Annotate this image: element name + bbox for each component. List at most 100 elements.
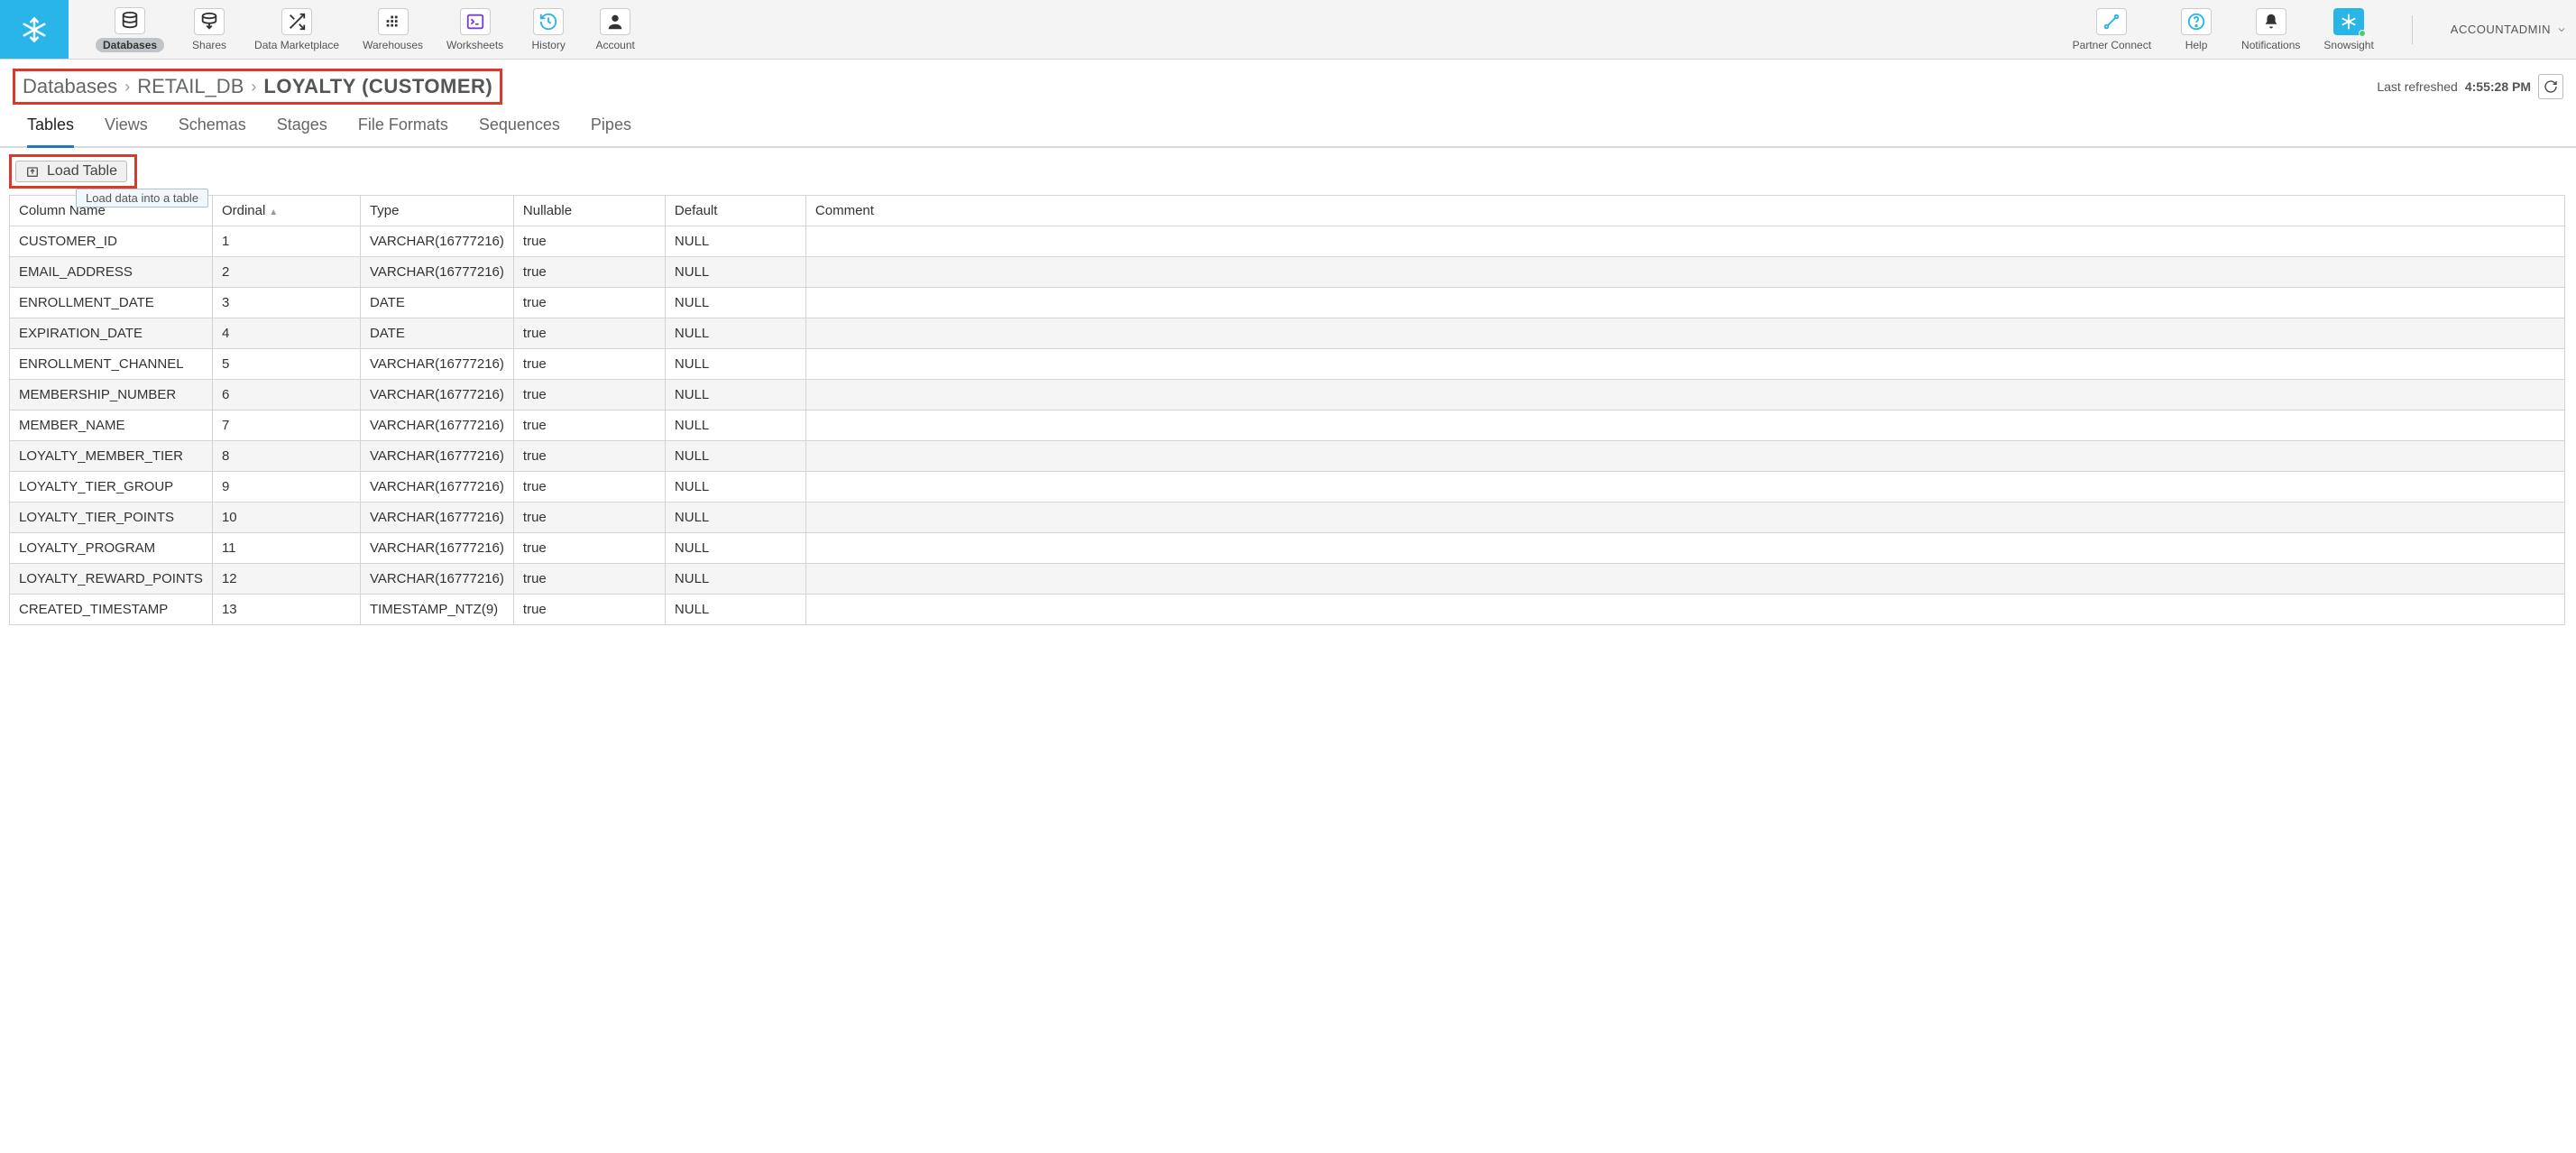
cell-nullable: true (513, 380, 665, 410)
table-row[interactable]: MEMBERSHIP_NUMBER6VARCHAR(16777216)trueN… (10, 380, 2565, 410)
tabs: Tables Views Schemas Stages File Formats… (0, 106, 2576, 148)
cell-name: ENROLLMENT_DATE (10, 288, 213, 318)
cell-default: NULL (665, 410, 805, 441)
tab-sequences[interactable]: Sequences (479, 115, 560, 146)
table-row[interactable]: ENROLLMENT_CHANNEL5VARCHAR(16777216)true… (10, 349, 2565, 380)
tab-views[interactable]: Views (105, 115, 148, 146)
cell-name: LOYALTY_PROGRAM (10, 533, 213, 564)
load-table-button[interactable]: Load Table (15, 161, 127, 182)
cell-nullable: true (513, 257, 665, 288)
cell-default: NULL (665, 595, 805, 625)
cell-comment (805, 318, 2564, 349)
nav-label: Data Marketplace (254, 39, 339, 51)
cell-nullable: true (513, 318, 665, 349)
table-row[interactable]: LOYALTY_MEMBER_TIER8VARCHAR(16777216)tru… (10, 441, 2565, 472)
refresh-area: Last refreshed 4:55:28 PM (2377, 74, 2563, 99)
last-refreshed-label: Last refreshed (2377, 79, 2458, 94)
nav-history[interactable]: History (527, 8, 570, 51)
account-menu[interactable]: ACCOUNTADMIN (2451, 23, 2567, 36)
help-icon (2186, 12, 2206, 32)
cell-nullable: true (513, 441, 665, 472)
table-row[interactable]: LOYALTY_TIER_GROUP9VARCHAR(16777216)true… (10, 472, 2565, 503)
snowflake-icon (21, 16, 48, 43)
cell-ordinal: 5 (212, 349, 360, 380)
table-row[interactable]: MEMBER_NAME7VARCHAR(16777216)trueNULL (10, 410, 2565, 441)
cell-ordinal: 9 (212, 472, 360, 503)
nav-help[interactable]: Help (2175, 8, 2218, 51)
sort-asc-icon: ▲ (269, 208, 278, 217)
table-row[interactable]: CUSTOMER_ID1VARCHAR(16777216)trueNULL (10, 226, 2565, 257)
nav-partner-connect[interactable]: Partner Connect (2073, 8, 2151, 51)
refresh-button[interactable] (2538, 74, 2563, 99)
cell-type: VARCHAR(16777216) (360, 564, 513, 595)
nav-snowsight[interactable]: Snowsight (2323, 8, 2373, 51)
breadcrumb: Databases › RETAIL_DB › LOYALTY (CUSTOME… (13, 69, 502, 105)
cell-comment (805, 349, 2564, 380)
cell-nullable: true (513, 503, 665, 533)
load-table-label: Load Table (47, 163, 117, 180)
cell-type: DATE (360, 288, 513, 318)
cell-comment (805, 503, 2564, 533)
bell-icon (2261, 12, 2281, 32)
cell-type: VARCHAR(16777216) (360, 472, 513, 503)
account-role: ACCOUNTADMIN (2451, 23, 2551, 36)
load-table-highlight: Load Table (9, 154, 137, 189)
cell-comment (805, 595, 2564, 625)
nav-label: Partner Connect (2073, 39, 2151, 51)
header-comment[interactable]: Comment (805, 196, 2564, 226)
toolbar: Load Table Load data into a table (0, 148, 2576, 195)
breadcrumb-db[interactable]: RETAIL_DB (137, 75, 244, 98)
cell-type: DATE (360, 318, 513, 349)
cell-name: MEMBER_NAME (10, 410, 213, 441)
nav-label: Account (595, 39, 634, 51)
table-row[interactable]: LOYALTY_TIER_POINTS10VARCHAR(16777216)tr… (10, 503, 2565, 533)
nav-warehouses[interactable]: Warehouses (363, 8, 423, 51)
upload-icon (25, 164, 40, 179)
table-row[interactable]: EXPIRATION_DATE4DATEtrueNULL (10, 318, 2565, 349)
cell-type: TIMESTAMP_NTZ(9) (360, 595, 513, 625)
nav-account[interactable]: Account (593, 8, 637, 51)
cell-nullable: true (513, 410, 665, 441)
nav-databases[interactable]: Databases (96, 7, 164, 52)
nav-shares[interactable]: Shares (188, 8, 231, 51)
cell-name: ENROLLMENT_CHANNEL (10, 349, 213, 380)
chevron-down-icon (2556, 24, 2567, 35)
table-row[interactable]: LOYALTY_PROGRAM11VARCHAR(16777216)trueNU… (10, 533, 2565, 564)
tab-tables[interactable]: Tables (27, 115, 74, 148)
nav-marketplace[interactable]: Data Marketplace (254, 8, 339, 51)
cell-default: NULL (665, 318, 805, 349)
nav-worksheets[interactable]: Worksheets (446, 8, 503, 51)
tab-pipes[interactable]: Pipes (591, 115, 631, 146)
cell-comment (805, 288, 2564, 318)
cell-ordinal: 10 (212, 503, 360, 533)
cell-ordinal: 4 (212, 318, 360, 349)
cell-ordinal: 3 (212, 288, 360, 318)
header-ordinal[interactable]: Ordinal▲ (212, 196, 360, 226)
nav-label: History (531, 39, 565, 51)
cell-ordinal: 8 (212, 441, 360, 472)
header-default[interactable]: Default (665, 196, 805, 226)
cell-name: LOYALTY_REWARD_POINTS (10, 564, 213, 595)
table-row[interactable]: LOYALTY_REWARD_POINTS12VARCHAR(16777216)… (10, 564, 2565, 595)
cell-nullable: true (513, 288, 665, 318)
header-nullable[interactable]: Nullable (513, 196, 665, 226)
table-row[interactable]: EMAIL_ADDRESS2VARCHAR(16777216)trueNULL (10, 257, 2565, 288)
table-row[interactable]: CREATED_TIMESTAMP13TIMESTAMP_NTZ(9)trueN… (10, 595, 2565, 625)
chevron-right-icon: › (251, 78, 256, 97)
tab-schemas[interactable]: Schemas (179, 115, 246, 146)
table-row[interactable]: ENROLLMENT_DATE3DATEtrueNULL (10, 288, 2565, 318)
snowflake-logo[interactable] (0, 0, 69, 59)
tab-file-formats[interactable]: File Formats (358, 115, 448, 146)
table-header-row: Column Name Ordinal▲ Type Nullable Defau… (10, 196, 2565, 226)
tab-stages[interactable]: Stages (277, 115, 327, 146)
cell-default: NULL (665, 288, 805, 318)
cell-nullable: true (513, 533, 665, 564)
cell-default: NULL (665, 533, 805, 564)
cell-nullable: true (513, 595, 665, 625)
breadcrumb-root[interactable]: Databases (23, 75, 117, 98)
cell-comment (805, 257, 2564, 288)
header-type[interactable]: Type (360, 196, 513, 226)
cell-default: NULL (665, 441, 805, 472)
nav-notifications[interactable]: Notifications (2241, 8, 2300, 51)
cell-ordinal: 2 (212, 257, 360, 288)
